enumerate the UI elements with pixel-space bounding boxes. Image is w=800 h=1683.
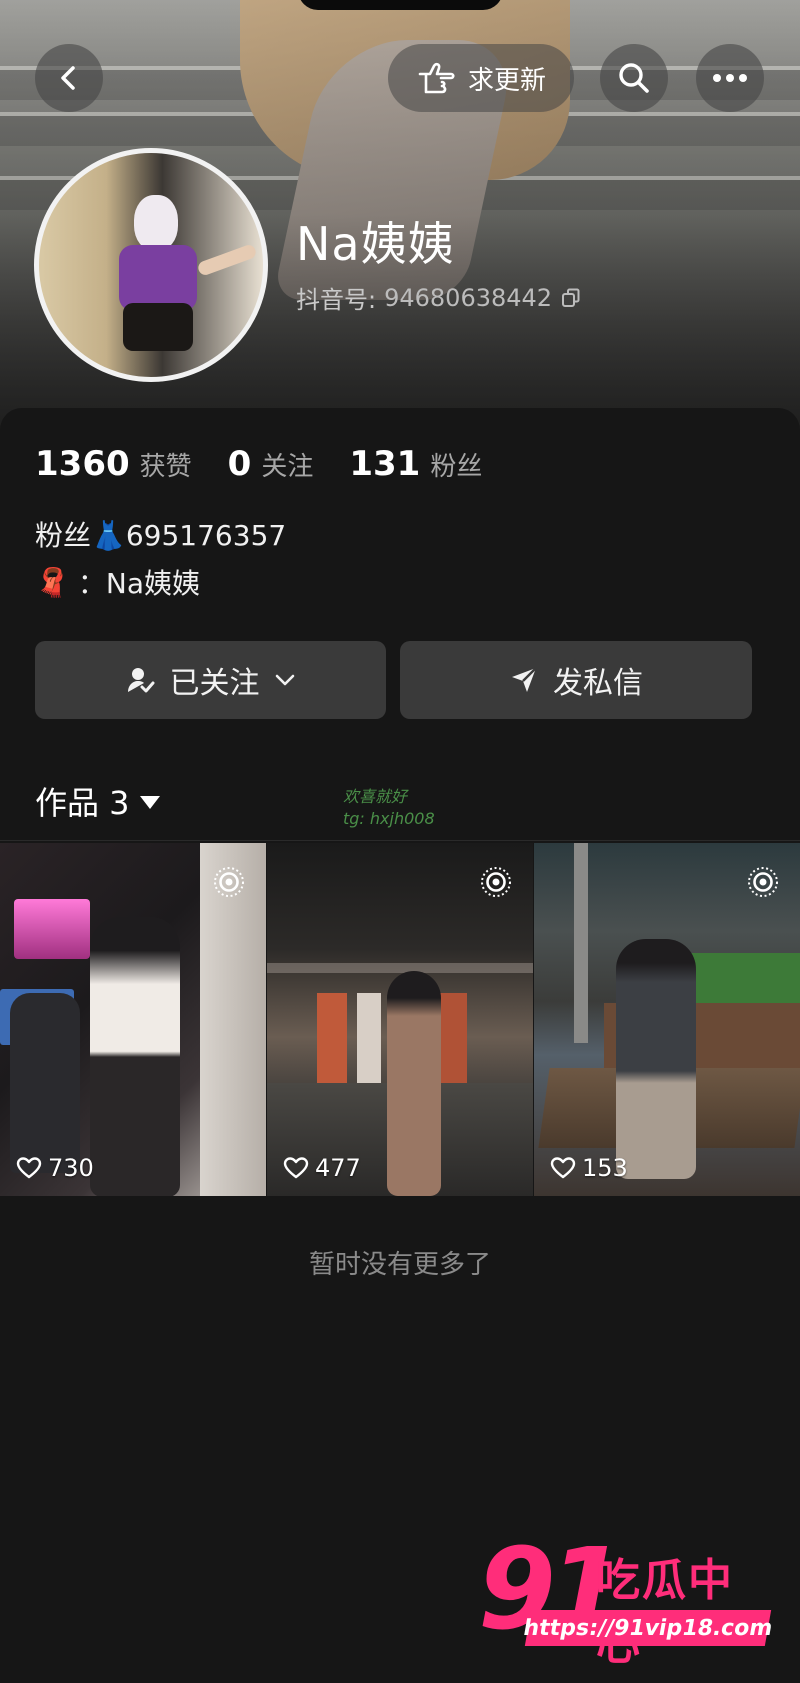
- live-ring-icon: [748, 867, 778, 897]
- douyin-id-value: 94680638442: [384, 283, 553, 312]
- scarf-emoji: 🧣: [35, 565, 70, 599]
- video-thumbnail[interactable]: 153: [534, 843, 800, 1196]
- send-icon: [512, 667, 537, 692]
- watermark-text: 欢喜就好 tg: hxjh008: [343, 786, 435, 830]
- heart-outline-icon: [283, 1157, 309, 1179]
- video-likes-count: 730: [48, 1154, 94, 1182]
- live-ring-icon: [214, 867, 244, 897]
- video-likes: 153: [550, 1154, 628, 1182]
- followers-count[interactable]: 131: [349, 444, 420, 484]
- followed-button[interactable]: 已关注: [35, 641, 386, 719]
- logo-text: 吃瓜中心: [596, 1555, 734, 1670]
- request-update-button[interactable]: 求更新: [388, 44, 574, 112]
- more-button[interactable]: [696, 44, 764, 112]
- works-tab-label: 作品 3: [35, 784, 130, 822]
- video-likes-count: 477: [315, 1154, 361, 1182]
- profile-name: Na姨姨: [296, 217, 455, 271]
- heart-outline-icon: [16, 1157, 42, 1179]
- pointing-hand-icon: [418, 62, 455, 94]
- no-more-text: 暂时没有更多了: [308, 1250, 491, 1280]
- heart-outline-icon: [550, 1157, 576, 1179]
- video-thumbnail[interactable]: 477: [267, 843, 533, 1196]
- video-likes-count: 153: [582, 1154, 628, 1182]
- likes-count: 1360: [35, 444, 130, 484]
- send-message-button[interactable]: 发私信: [400, 641, 752, 719]
- douyin-id: 抖音号: 94680638442: [296, 280, 582, 315]
- following-label[interactable]: 关注: [261, 446, 313, 483]
- search-button[interactable]: [600, 44, 668, 112]
- site-logo: 91 吃瓜中心 https://91vip18.com: [478, 1530, 778, 1670]
- chevron-left-icon: [61, 66, 75, 90]
- video-thumbnail[interactable]: 730: [0, 843, 266, 1196]
- logo-url: https://91vip18.com: [521, 1610, 775, 1646]
- back-button[interactable]: [35, 44, 103, 112]
- following-count[interactable]: 0: [228, 444, 252, 484]
- video-likes: 477: [283, 1154, 361, 1182]
- chevron-down-icon: [275, 674, 294, 686]
- divider: [0, 840, 800, 841]
- request-update-label: 求更新: [467, 65, 546, 96]
- works-tab[interactable]: 作品 3: [35, 778, 160, 824]
- search-icon: [619, 63, 649, 93]
- bio-line-2-text: ：Na姨姨: [77, 567, 200, 600]
- bio-line-1: 粉丝👗695176357: [35, 519, 287, 552]
- phone-notch: [298, 0, 503, 10]
- likes-label: 获赞: [139, 452, 192, 482]
- copy-icon[interactable]: [560, 287, 582, 309]
- bio-line-2: 🧣 ：Na姨姨: [35, 562, 200, 602]
- send-message-label: 发私信: [553, 666, 643, 701]
- user-check-icon: [127, 668, 154, 693]
- followers-label[interactable]: 粉丝: [430, 446, 482, 483]
- more-dots-icon: [713, 74, 747, 82]
- followed-label: 已关注: [169, 666, 260, 701]
- watermark-line-2: tg: hxjh008: [343, 809, 435, 828]
- stats-row: 1360 获赞 0 关注 131 粉丝: [35, 444, 518, 484]
- avatar[interactable]: [34, 148, 268, 382]
- douyin-id-label: 抖音号:: [296, 286, 377, 314]
- video-likes: 730: [16, 1154, 94, 1182]
- caret-down-icon: [139, 795, 160, 809]
- watermark-line-1: 欢喜就好: [343, 787, 408, 806]
- live-ring-icon: [481, 867, 511, 897]
